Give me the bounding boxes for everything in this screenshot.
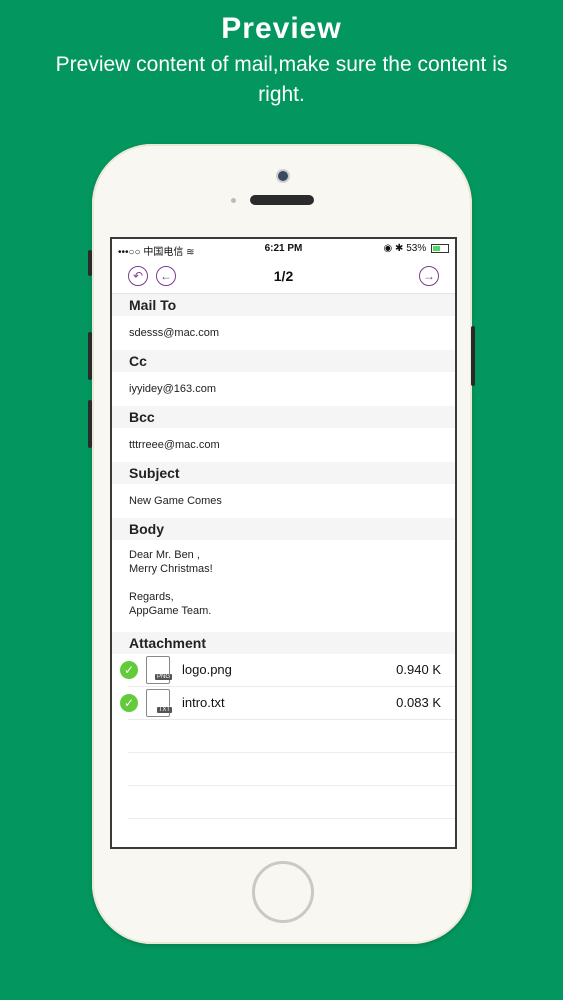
phone-screen: •••○○ 中国电信 ≋ 6:21 PM ◉ ✱ 53% ↶ ← 1/2 → M…: [110, 237, 457, 849]
headline: Preview Preview content of mail,make sur…: [0, 12, 563, 110]
camera-icon: [278, 171, 288, 181]
bcc-label: Bcc: [112, 406, 455, 428]
subject-label: Subject: [112, 462, 455, 484]
attachment-row[interactable]: ✓ PNG logo.png 0.940 K: [120, 654, 455, 687]
txt-file-icon: TXT: [146, 689, 172, 717]
mute-switch: [88, 250, 92, 276]
empty-row: [128, 720, 455, 753]
empty-row: [128, 753, 455, 786]
volume-up-button: [88, 332, 92, 380]
speaker-icon: [250, 195, 314, 205]
attachment-size: 0.940 K: [396, 662, 441, 677]
home-button[interactable]: [252, 861, 314, 923]
attachment-name: logo.png: [182, 662, 232, 677]
subject-value: New Game Comes: [112, 484, 455, 518]
attachment-name: intro.txt: [182, 695, 225, 710]
sensor-icon: [231, 198, 236, 203]
mail-to-label: Mail To: [112, 294, 455, 316]
status-right: ◉ ✱ 53%: [384, 243, 449, 254]
cc-label: Cc: [112, 350, 455, 372]
bcc-value: tttrreee@mac.com: [112, 428, 455, 462]
arrow-right-icon[interactable]: →: [419, 266, 439, 286]
volume-down-button: [88, 400, 92, 448]
headline-subtitle: Preview content of mail,make sure the co…: [55, 53, 508, 106]
body-value: Dear Mr. Ben , Merry Christmas! Regards,…: [112, 540, 455, 632]
alarm-icon: ◉: [383, 243, 393, 254]
mail-to-value: sdesss@mac.com: [112, 316, 455, 350]
cc-value: iyyidey@163.com: [112, 372, 455, 406]
body-label: Body: [112, 518, 455, 540]
headline-title: Preview: [221, 12, 342, 45]
checkmark-icon: ✓: [120, 694, 138, 712]
page-indicator: 1/2: [273, 268, 294, 284]
battery-percent: 53%: [406, 243, 427, 254]
battery-icon: [431, 243, 449, 253]
status-bar: •••○○ 中国电信 ≋ 6:21 PM ◉ ✱ 53%: [112, 239, 455, 259]
nav-bar: ↶ ← 1/2 →: [112, 259, 455, 294]
png-file-icon: PNG: [146, 656, 172, 684]
attachment-row[interactable]: ✓ TXT intro.txt 0.083 K: [120, 687, 455, 720]
attachment-label: Attachment: [112, 632, 455, 654]
checkmark-icon: ✓: [120, 661, 138, 679]
power-button: [471, 326, 475, 386]
empty-row: [128, 786, 455, 819]
bluetooth-icon: ✱: [395, 243, 404, 254]
attachment-size: 0.083 K: [396, 695, 441, 710]
